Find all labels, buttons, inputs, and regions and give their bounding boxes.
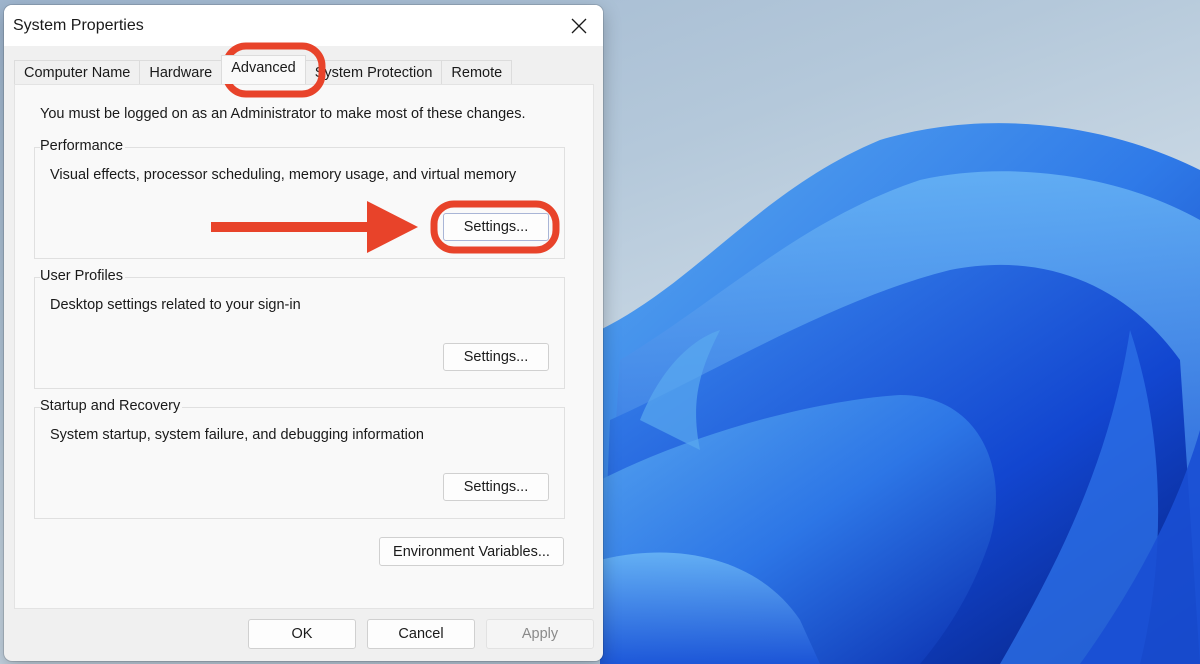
user-profiles-group: User Profiles Desktop settings related t…	[34, 268, 565, 389]
advanced-tab-panel: You must be logged on as an Administrato…	[14, 84, 594, 609]
performance-group: Performance Visual effects, processor sc…	[34, 138, 565, 259]
environment-variables-button[interactable]: Environment Variables...	[379, 537, 564, 566]
tab-label: Remote	[451, 65, 503, 81]
startup-recovery-group: Startup and Recovery System startup, sys…	[34, 398, 565, 519]
performance-settings-button[interactable]: Settings...	[443, 213, 549, 241]
tab-label: System Protection	[314, 65, 433, 81]
tab-hardware[interactable]: Hardware	[139, 60, 223, 85]
startup-recovery-label: Startup and Recovery	[40, 398, 183, 414]
title-bar[interactable]: System Properties	[4, 5, 603, 46]
tab-system-protection[interactable]: System Protection	[304, 60, 443, 85]
performance-description: Visual effects, processor scheduling, me…	[50, 167, 517, 183]
apply-button[interactable]: Apply	[486, 619, 594, 649]
user-profiles-description: Desktop settings related to your sign-in	[50, 297, 301, 313]
tab-label: Advanced	[231, 60, 296, 76]
admin-note: You must be logged on as an Administrato…	[40, 106, 526, 122]
tab-label: Hardware	[149, 65, 213, 81]
tab-remote[interactable]: Remote	[441, 60, 513, 85]
tab-computer-name[interactable]: Computer Name	[14, 60, 141, 85]
user-profiles-settings-button[interactable]: Settings...	[443, 343, 549, 371]
dialog-title: System Properties	[13, 17, 144, 34]
tab-advanced[interactable]: Advanced	[221, 55, 306, 84]
user-profiles-label: User Profiles	[40, 268, 125, 284]
tab-label: Computer Name	[24, 65, 131, 81]
system-properties-dialog: System Properties Computer Name Hardware…	[4, 5, 603, 661]
startup-recovery-description: System startup, system failure, and debu…	[50, 427, 424, 443]
close-icon	[571, 18, 587, 34]
performance-label: Performance	[40, 138, 126, 154]
ok-button[interactable]: OK	[248, 619, 356, 649]
close-button[interactable]	[565, 13, 593, 39]
cancel-button[interactable]: Cancel	[367, 619, 475, 649]
startup-recovery-settings-button[interactable]: Settings...	[443, 473, 549, 501]
tab-strip: Computer Name Hardware Advanced System P…	[14, 55, 513, 85]
